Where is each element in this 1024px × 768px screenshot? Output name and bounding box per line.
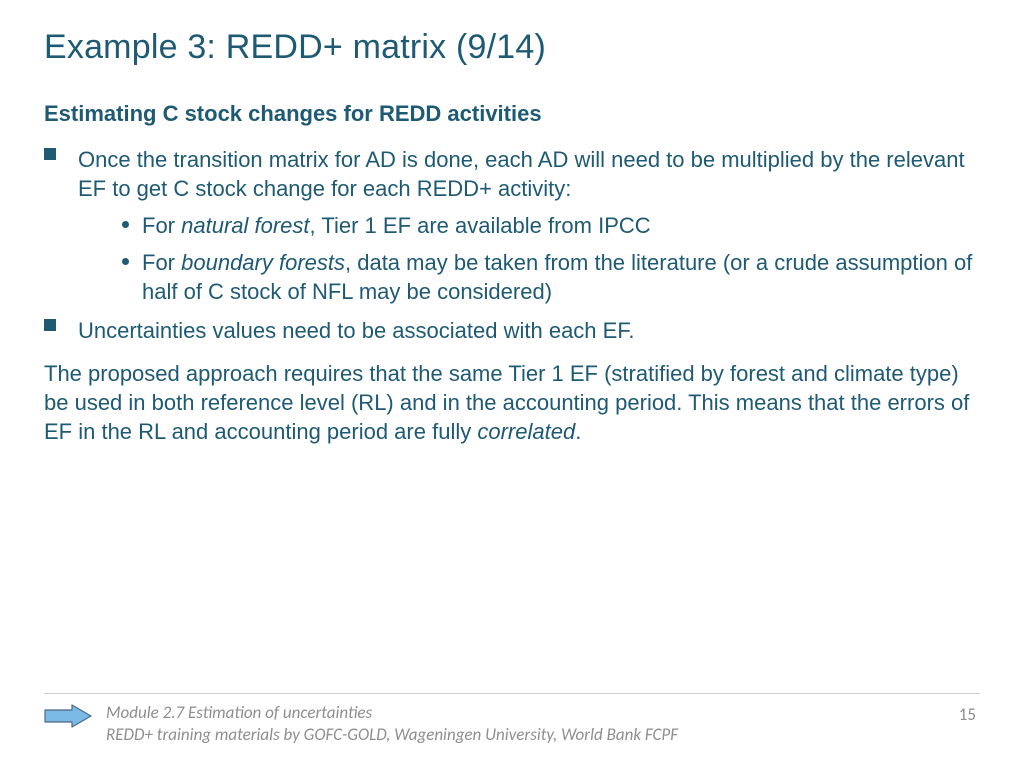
slide-subtitle: Estimating C stock changes for REDD acti… xyxy=(44,101,980,127)
sub-text-pre: For xyxy=(142,250,181,275)
footer-line-2: REDD+ training materials by GOFC-GOLD, W… xyxy=(106,724,945,746)
bullet-text: Uncertainties values need to be associat… xyxy=(78,318,634,343)
body-paragraph: The proposed approach requires that the … xyxy=(44,359,980,446)
para-post: . xyxy=(575,419,581,444)
sub-text-pre: For xyxy=(142,213,181,238)
slide-title: Example 3: REDD+ matrix (9/14) xyxy=(44,28,980,67)
arrow-right-icon xyxy=(44,704,92,728)
sub-bullet-item: For boundary forests, data may be taken … xyxy=(78,248,980,306)
bullet-item: Once the transition matrix for AD is don… xyxy=(44,145,980,306)
footer-line-1: Module 2.7 Estimation of uncertainties xyxy=(106,702,945,724)
para-em: correlated xyxy=(477,419,575,444)
sub-bullet-item: For natural forest, Tier 1 EF are availa… xyxy=(78,211,980,240)
slide-footer: Module 2.7 Estimation of uncertainties R… xyxy=(44,693,980,746)
slide: Example 3: REDD+ matrix (9/14) Estimatin… xyxy=(0,0,1024,768)
page-number: 15 xyxy=(959,704,976,725)
slide-body: Once the transition matrix for AD is don… xyxy=(44,145,980,446)
sub-bullet-list: For natural forest, Tier 1 EF are availa… xyxy=(78,211,980,306)
footer-text: Module 2.7 Estimation of uncertainties R… xyxy=(106,702,945,746)
footer-divider xyxy=(44,693,980,694)
footer-row: Module 2.7 Estimation of uncertainties R… xyxy=(44,702,980,746)
bullet-list: Once the transition matrix for AD is don… xyxy=(44,145,980,345)
sub-text-em: boundary forests xyxy=(181,250,345,275)
bullet-item: Uncertainties values need to be associat… xyxy=(44,316,980,345)
sub-text-em: natural forest xyxy=(181,213,309,238)
bullet-text: Once the transition matrix for AD is don… xyxy=(78,147,965,201)
sub-text-post: , Tier 1 EF are available from IPCC xyxy=(310,213,651,238)
